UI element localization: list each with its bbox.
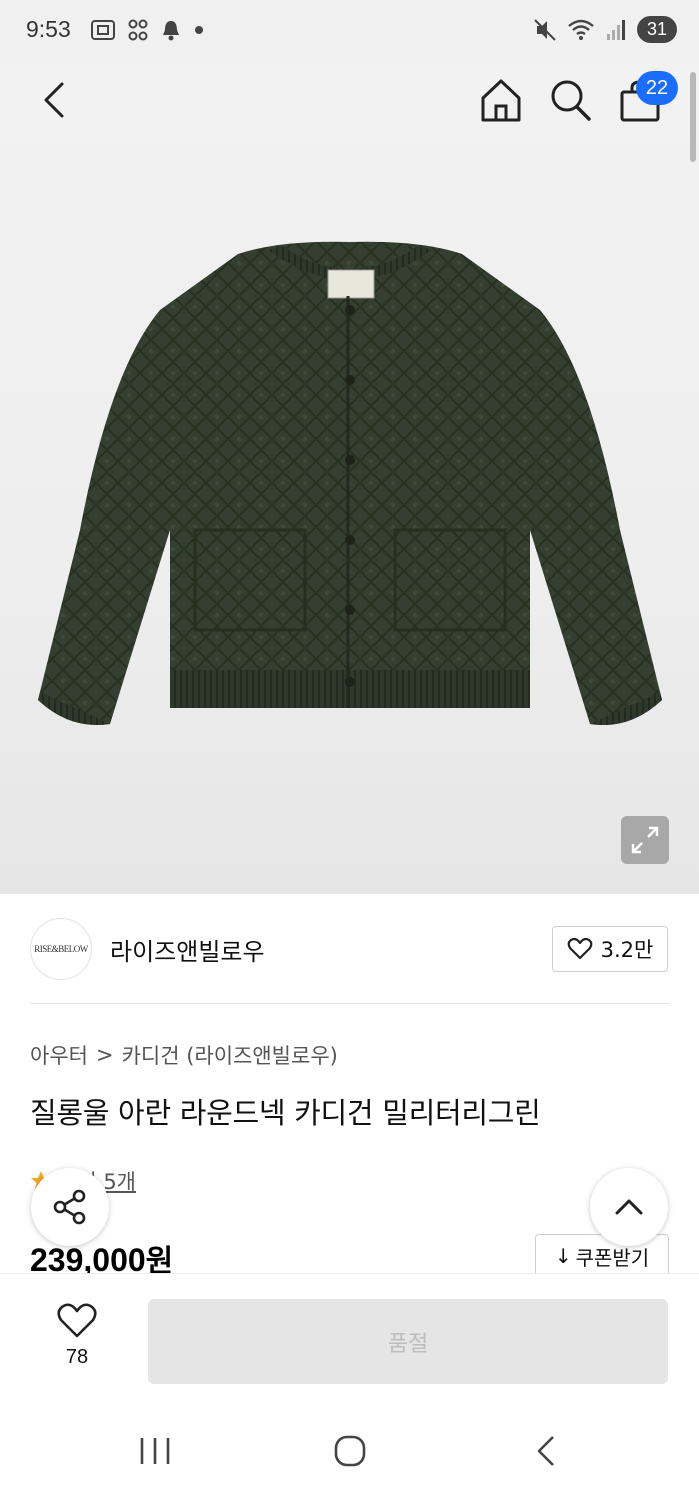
product-title: 질롱울 아란 라운드넥 카디건 밀리터리그린 [30,1096,541,1130]
brand-logo[interactable]: RISE&BELOW [30,918,92,980]
wishlist-count: 78 [65,1346,89,1368]
status-time: 9:53 [26,16,71,42]
scrollbar[interactable] [690,72,696,162]
brand-logo-text: RISE&BELOW [34,944,88,954]
sold-out-button[interactable]: 품절 [148,1299,668,1384]
brand-row: RISE&BELOW 라이즈앤빌로우 3.2만 [30,916,670,982]
status-right-icons: 31 [533,16,677,43]
signal-icon [606,19,625,40]
status-left-icons [90,18,204,42]
wishlist-button[interactable]: 78 [44,1302,110,1369]
back-arrow-icon[interactable] [36,78,76,122]
screenshot-icon [91,20,115,40]
breadcrumb: 아우터 > 카디건 (라이즈앤빌로우) [30,1040,338,1070]
home-icon[interactable] [478,76,524,124]
recent-apps-icon[interactable] [138,1436,172,1466]
product-image [38,241,662,725]
app-grid-icon [128,19,148,41]
chevron-up-icon [615,1199,643,1215]
divider [30,1003,670,1004]
dot-icon [195,26,203,34]
home-button-icon[interactable] [333,1434,367,1468]
notification-bell-icon [163,21,179,41]
coupon-button[interactable]: ↓ 쿠폰받기 [535,1234,669,1278]
cart-count-badge: 22 [636,71,678,105]
brand-like-button[interactable]: 3.2만 [552,926,668,972]
breadcrumb-separator: > [95,1043,114,1067]
brand-like-count: 3.2만 [600,938,654,962]
brand-name[interactable]: 라이즈앤빌로우 [110,932,265,967]
system-back-icon[interactable] [533,1434,559,1468]
breadcrumb-category[interactable]: 아우터 [30,1040,88,1070]
expand-icon [631,826,659,854]
coupon-label: 쿠폰받기 [575,1245,650,1270]
heart-outline-icon [57,1303,97,1338]
heart-icon [567,937,593,960]
share-icon [53,1189,86,1225]
status-bar: 9:53 31 [0,0,699,64]
breadcrumb-subcategory[interactable]: 카디건 (라이즈앤빌로우) [122,1040,338,1070]
download-icon: ↓ [554,1244,572,1268]
search-icon[interactable] [548,76,594,124]
wifi-icon [568,19,594,40]
mute-icon [534,18,556,41]
purchase-bar: 78 품절 [0,1273,699,1400]
expand-image-button[interactable] [621,816,669,864]
scroll-to-top-button[interactable] [590,1168,668,1246]
battery-indicator: 31 [636,16,677,43]
system-navigation-bar [0,1400,699,1500]
share-button[interactable] [31,1168,109,1246]
